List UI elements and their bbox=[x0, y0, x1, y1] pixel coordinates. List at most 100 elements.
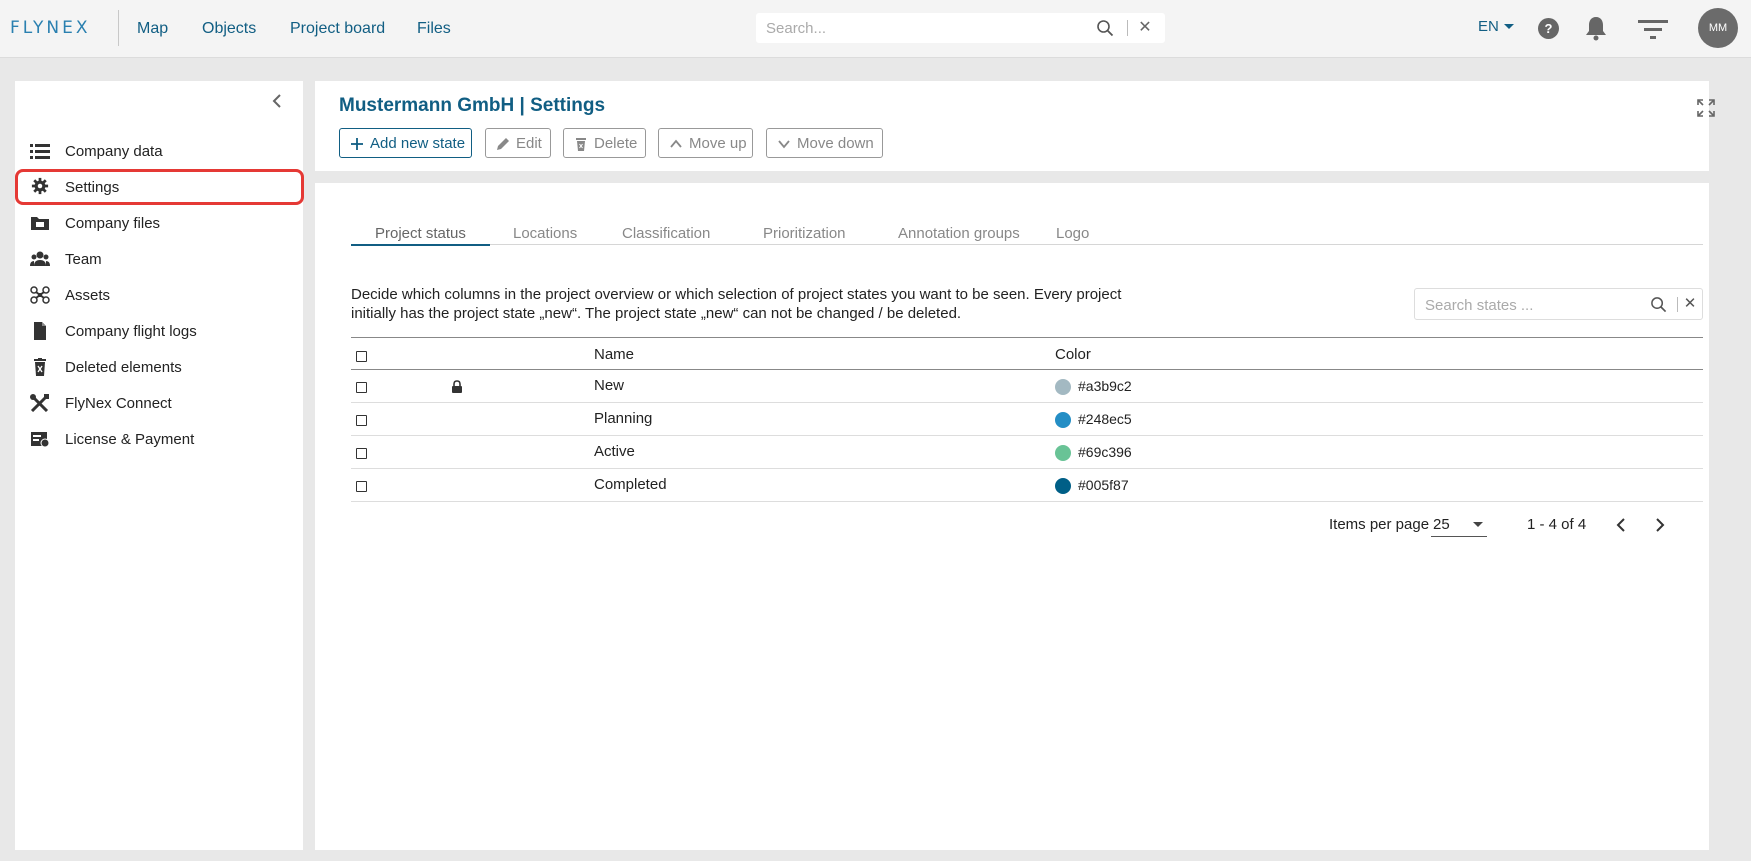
nav-files[interactable]: Files bbox=[417, 0, 451, 58]
sidebar-item-label: Company files bbox=[65, 214, 161, 232]
logo-divider bbox=[118, 10, 119, 46]
nav-objects[interactable]: Objects bbox=[202, 0, 256, 58]
button-label: Delete bbox=[594, 134, 638, 152]
user-avatar[interactable]: MM bbox=[1698, 8, 1738, 48]
sidebar-item-label: Assets bbox=[65, 286, 111, 304]
search-icon[interactable] bbox=[1096, 19, 1114, 37]
table-row[interactable]: Active #69c396 bbox=[351, 436, 1703, 469]
row-checkbox[interactable] bbox=[356, 415, 367, 426]
pagination: Items per page 25 1 - 4 of 4 bbox=[1329, 510, 1709, 540]
help-icon[interactable]: ? bbox=[1538, 18, 1559, 39]
sidebar-item-label: License & Payment bbox=[65, 430, 195, 448]
table-row[interactable]: Completed #005f87 bbox=[351, 469, 1703, 502]
sidebar-item-assets[interactable]: Assets bbox=[15, 278, 303, 312]
sidebar-item-label: Company flight logs bbox=[65, 322, 197, 340]
sidebar-item-label: FlyNex Connect bbox=[65, 394, 172, 412]
chevron-down-icon bbox=[1503, 24, 1514, 29]
previous-page-icon[interactable] bbox=[1614, 516, 1628, 534]
language-select[interactable]: EN bbox=[1478, 18, 1514, 35]
flynex-logo[interactable]: FLYNEX bbox=[10, 17, 90, 39]
color-swatch bbox=[1055, 478, 1071, 494]
sidebar-item-deleted-elements[interactable]: Deleted elements bbox=[15, 350, 303, 384]
next-page-icon[interactable] bbox=[1653, 516, 1667, 534]
settings-tabs: Project status Locations Classification … bbox=[351, 225, 1703, 246]
trash-icon bbox=[34, 358, 46, 376]
color-hex: #005f87 bbox=[1078, 477, 1129, 493]
button-label: Move down bbox=[797, 134, 874, 152]
tab-project-status[interactable]: Project status bbox=[375, 225, 466, 245]
column-header-color[interactable]: Color bbox=[1055, 346, 1091, 363]
settings-main-panel: Project status Locations Classification … bbox=[315, 183, 1709, 850]
license-icon bbox=[31, 432, 50, 448]
sidebar-item-flynex-connect[interactable]: FlyNex Connect bbox=[15, 386, 303, 420]
color-swatch bbox=[1055, 445, 1071, 461]
trash-icon bbox=[576, 138, 586, 151]
row-checkbox[interactable] bbox=[356, 481, 367, 492]
pencil-icon bbox=[497, 138, 509, 150]
items-per-page-select[interactable]: 25 bbox=[1431, 513, 1487, 537]
nav-project-board[interactable]: Project board bbox=[290, 0, 385, 58]
sidebar: Company data Settings Company files Team… bbox=[15, 81, 304, 850]
row-checkbox[interactable] bbox=[356, 448, 367, 459]
states-search: ✕ bbox=[1414, 288, 1703, 320]
items-per-page-label: Items per page bbox=[1329, 516, 1430, 533]
color-hex: #69c396 bbox=[1078, 444, 1132, 460]
folder-icon bbox=[31, 217, 49, 230]
button-label: Edit bbox=[516, 134, 542, 152]
collapse-sidebar-icon[interactable] bbox=[270, 92, 284, 110]
tab-annotation-groups[interactable]: Annotation groups bbox=[898, 225, 1020, 245]
row-checkbox[interactable] bbox=[356, 382, 367, 393]
items-per-page-value: 25 bbox=[1433, 516, 1450, 533]
tab-locations[interactable]: Locations bbox=[513, 225, 577, 245]
description-text: Decide which columns in the project over… bbox=[351, 286, 1122, 322]
state-name: Active bbox=[594, 443, 635, 460]
sidebar-item-license-payment[interactable]: License & Payment bbox=[15, 422, 303, 456]
state-name: Planning bbox=[594, 410, 653, 427]
sidebar-item-settings[interactable]: Settings bbox=[15, 169, 304, 205]
states-search-input[interactable] bbox=[1425, 296, 1645, 314]
team-icon bbox=[30, 251, 50, 266]
lock-icon bbox=[452, 380, 462, 393]
tools-icon bbox=[30, 394, 49, 412]
color-swatch bbox=[1055, 379, 1071, 395]
add-new-state-button[interactable]: Add new state bbox=[339, 128, 472, 158]
page-title: Mustermann GmbH | Settings bbox=[339, 95, 606, 116]
select-all-checkbox[interactable] bbox=[356, 351, 367, 362]
clear-search-icon[interactable]: ✕ bbox=[1137, 20, 1153, 36]
delete-button[interactable]: Delete bbox=[563, 128, 646, 158]
search-icon[interactable] bbox=[1650, 296, 1667, 313]
sidebar-item-label: Deleted elements bbox=[65, 358, 182, 376]
bell-icon[interactable] bbox=[1584, 15, 1608, 41]
sidebar-item-team[interactable]: Team bbox=[15, 242, 303, 276]
sidebar-item-company-data[interactable]: Company data bbox=[15, 134, 303, 168]
clear-search-icon[interactable]: ✕ bbox=[1683, 296, 1697, 312]
drone-icon bbox=[30, 286, 50, 304]
sidebar-item-label: Settings bbox=[65, 178, 120, 196]
active-tab-indicator bbox=[351, 244, 490, 246]
plus-icon bbox=[351, 138, 363, 150]
color-swatch bbox=[1055, 412, 1071, 428]
move-down-button[interactable]: Move down bbox=[766, 128, 883, 158]
nav-map[interactable]: Map bbox=[137, 0, 168, 58]
global-search-input[interactable] bbox=[766, 18, 1066, 38]
tab-prioritization[interactable]: Prioritization bbox=[763, 225, 846, 245]
color-hex: #a3b9c2 bbox=[1078, 378, 1132, 394]
move-up-button[interactable]: Move up bbox=[658, 128, 753, 158]
gear-icon bbox=[31, 177, 49, 195]
filter-icon[interactable] bbox=[1638, 19, 1668, 41]
table-row[interactable]: Planning #248ec5 bbox=[351, 403, 1703, 436]
table-row[interactable]: New #a3b9c2 bbox=[351, 370, 1703, 403]
sidebar-item-company-flight-logs[interactable]: Company flight logs bbox=[15, 314, 303, 348]
edit-button[interactable]: Edit bbox=[485, 128, 551, 158]
top-bar: FLYNEX Map Objects Project board Files ✕… bbox=[0, 0, 1751, 58]
button-label: Add new state bbox=[370, 134, 466, 152]
sidebar-item-company-files[interactable]: Company files bbox=[15, 206, 303, 240]
expand-icon[interactable] bbox=[1697, 99, 1715, 117]
sidebar-item-label: Team bbox=[65, 250, 102, 268]
tab-classification[interactable]: Classification bbox=[622, 225, 710, 245]
list-icon bbox=[30, 144, 50, 159]
sidebar-item-label: Company data bbox=[65, 142, 163, 160]
search-separator bbox=[1127, 20, 1128, 36]
tab-logo[interactable]: Logo bbox=[1056, 225, 1089, 245]
column-header-name[interactable]: Name bbox=[594, 346, 634, 363]
